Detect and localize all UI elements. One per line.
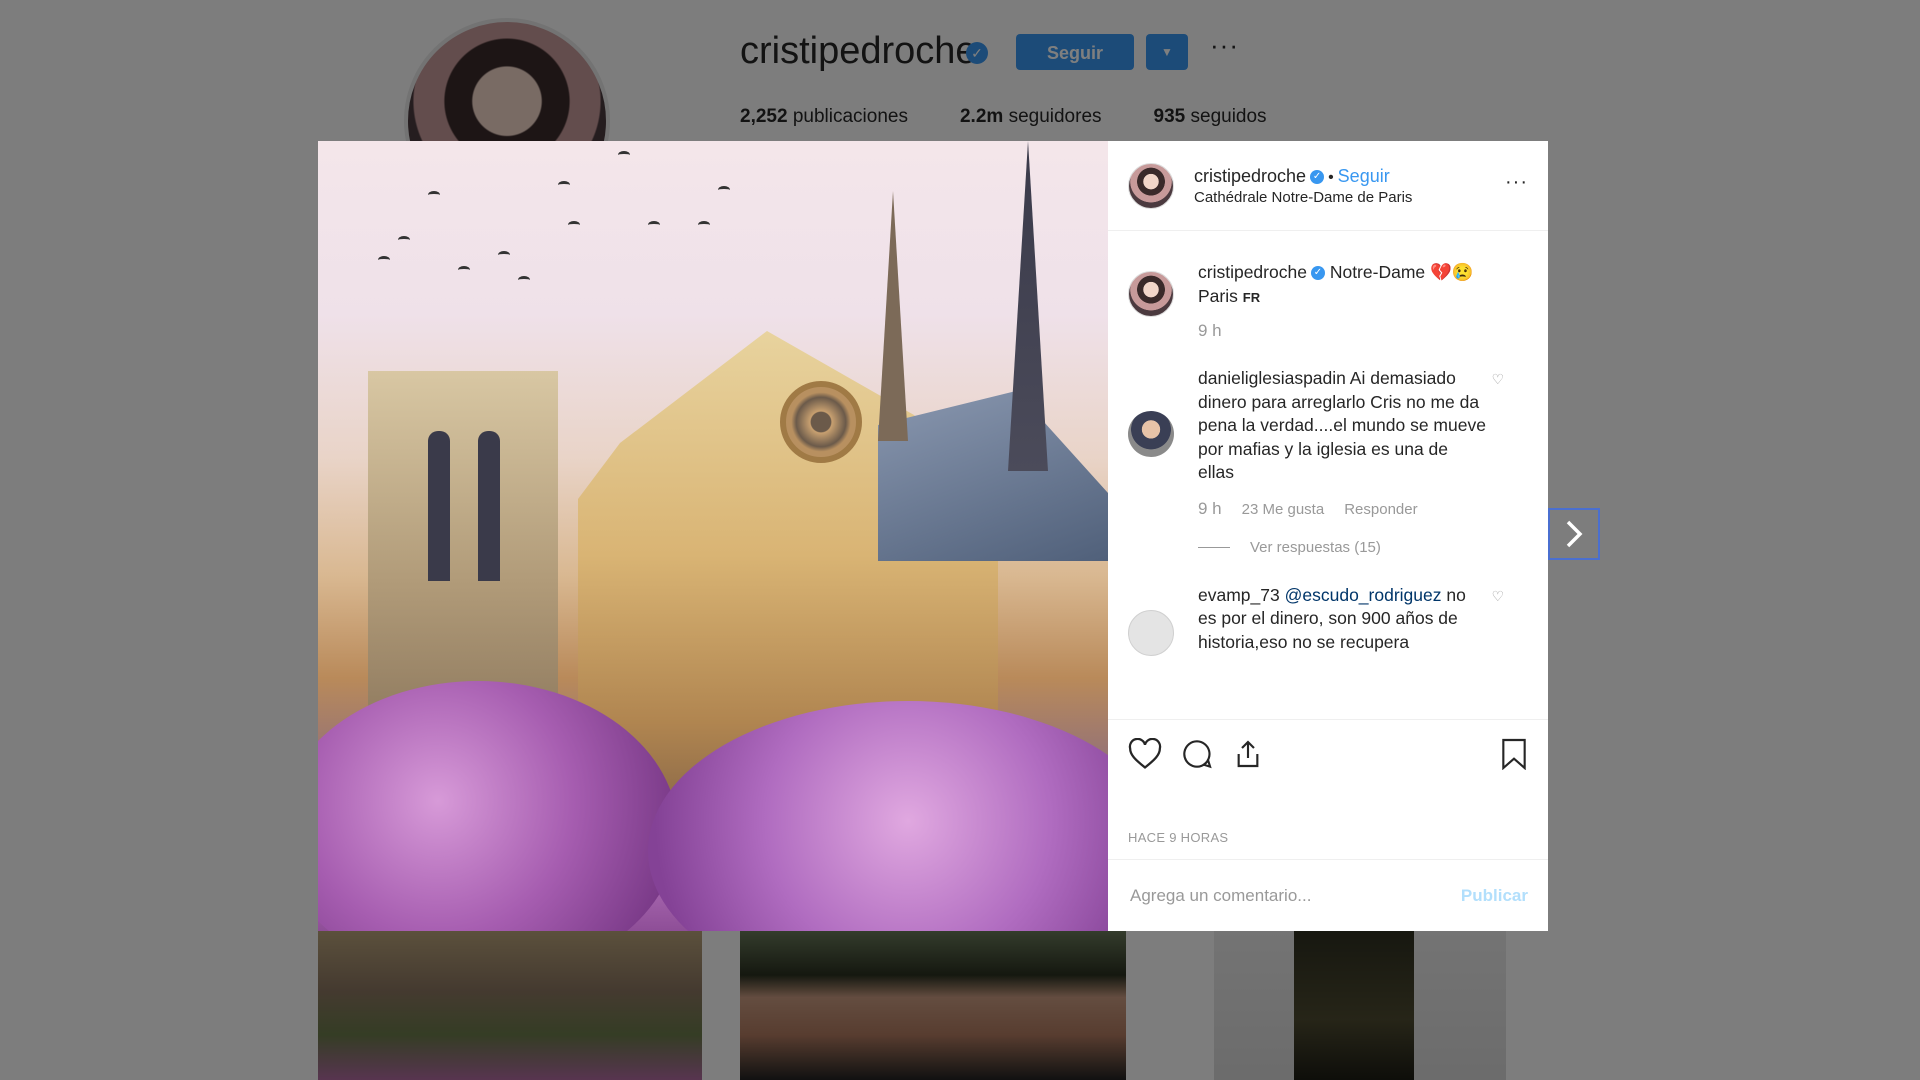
- flag-icon: FR: [1242, 289, 1261, 305]
- post-header: cristipedroche ✓ • Seguir Cathédrale Notre-…: [1108, 141, 1548, 231]
- follow-link[interactable]: Seguir: [1338, 166, 1390, 186]
- comment-username[interactable]: danieliglesiaspadin: [1198, 368, 1346, 388]
- author-username[interactable]: cristipedroche: [1194, 166, 1306, 186]
- comment-username[interactable]: evamp_73: [1198, 585, 1280, 605]
- separator: •: [1328, 168, 1334, 186]
- verified-badge-icon: ✓: [1310, 170, 1325, 185]
- post-location[interactable]: Cathédrale Notre-Dame de Paris: [1194, 189, 1412, 206]
- post-modal: cristipedroche ✓ • Seguir Cathédrale Notre-…: [318, 141, 1548, 931]
- commenter-avatar[interactable]: [1128, 609, 1174, 656]
- caption-text: Notre-Dame: [1329, 262, 1426, 282]
- add-comment-form: Publicar: [1108, 859, 1548, 931]
- comments-list[interactable]: cristipedroche ✓ Notre-Dame 💔😢 Paris FR 9…: [1108, 231, 1548, 719]
- caption-time[interactable]: 9 h: [1198, 321, 1222, 341]
- more-options-icon[interactable]: ···: [1505, 171, 1528, 194]
- comment-item: ♡ evamp_73 @escudo_rodriguez no es por e…: [1128, 584, 1528, 656]
- post-caption: cristipedroche ✓ Notre-Dame 💔😢 Paris FR 9…: [1128, 261, 1528, 341]
- commenter-avatar[interactable]: [1128, 411, 1174, 457]
- post-actions: [1108, 719, 1548, 787]
- author-avatar[interactable]: [1128, 162, 1174, 209]
- comment-likes[interactable]: 23 Me gusta: [1242, 501, 1325, 518]
- comment-mention[interactable]: @escudo_rodriguez: [1285, 585, 1442, 605]
- comment-time[interactable]: 9 h: [1198, 499, 1222, 519]
- comment-item: ♡ danieliglesiaspadin Ai demasiado diner…: [1128, 367, 1528, 556]
- caption-emojis: 💔😢: [1430, 262, 1474, 282]
- post-timestamp[interactable]: HACE 9 HORAS: [1128, 830, 1228, 845]
- publish-button[interactable]: Publicar: [1461, 886, 1528, 906]
- replies-divider: [1198, 546, 1230, 548]
- view-replies-label: Ver respuestas (15): [1250, 538, 1381, 556]
- comment-like-heart-icon[interactable]: ♡: [1491, 588, 1504, 605]
- post-photo[interactable]: [318, 141, 1108, 931]
- view-replies[interactable]: Ver respuestas (15): [1198, 539, 1528, 556]
- chevron-right-icon: [1566, 520, 1583, 548]
- reply-button[interactable]: Responder: [1344, 501, 1417, 518]
- caption-line2: Paris: [1198, 285, 1238, 306]
- author-avatar[interactable]: [1128, 271, 1174, 317]
- next-post-button[interactable]: [1548, 508, 1600, 560]
- share-icon[interactable]: [1232, 738, 1264, 770]
- verified-badge-icon: ✓: [1310, 266, 1325, 281]
- caption-username[interactable]: cristipedroche: [1198, 262, 1307, 282]
- comment-icon[interactable]: [1180, 738, 1214, 770]
- comment-like-heart-icon[interactable]: ♡: [1491, 371, 1504, 388]
- post-sidebar: cristipedroche ✓ • Seguir Cathédrale Notre-…: [1108, 141, 1548, 931]
- heart-icon[interactable]: [1128, 737, 1162, 770]
- bookmark-icon[interactable]: [1500, 738, 1528, 770]
- comment-input[interactable]: [1128, 884, 1461, 907]
